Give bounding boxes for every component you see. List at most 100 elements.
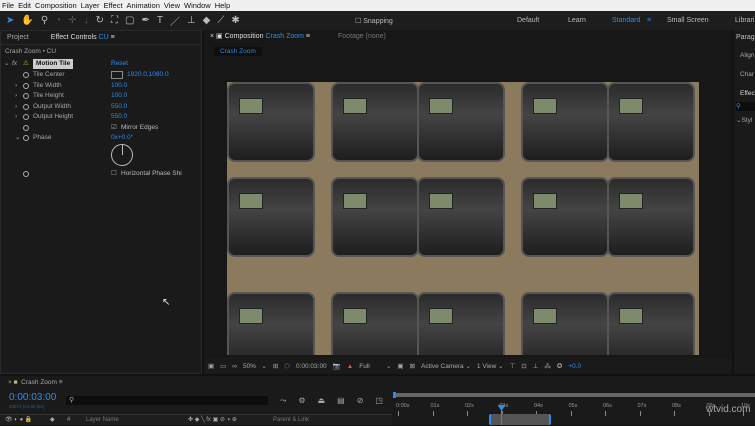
menu-layer[interactable]: Layer (81, 0, 100, 11)
stopwatch-icon[interactable] (23, 171, 29, 177)
panel-character[interactable]: Char (740, 71, 754, 78)
prop-value[interactable]: 100.0 (111, 91, 127, 101)
current-time[interactable]: 0:00:03:00 (296, 363, 327, 370)
expand-icon[interactable]: › (15, 91, 17, 101)
workspace-small-screen[interactable]: Small Screen (667, 17, 709, 24)
expand-icon[interactable]: › (15, 102, 17, 112)
effects-search-icon[interactable]: ⚲ (736, 102, 755, 111)
col-parent-link[interactable]: Parent & Link (273, 415, 309, 426)
expand-icon[interactable]: › (15, 112, 17, 122)
menu-composition[interactable]: Composition (35, 0, 77, 11)
prop-value[interactable]: 550.0 (111, 112, 127, 122)
panel-paragraph[interactable]: Parag (736, 34, 755, 41)
panel-effects[interactable]: Effec (740, 90, 755, 97)
styles-category[interactable]: ⌄Styl (736, 116, 752, 124)
dolly-tool-icon[interactable]: ↓ (84, 15, 89, 26)
rotate-tool-icon[interactable]: ↻ (96, 15, 104, 26)
always-preview-icon[interactable]: ▣ (208, 362, 214, 370)
menu-file[interactable]: File (2, 0, 14, 11)
menu-window[interactable]: Window (184, 0, 211, 11)
draft-3d-icon[interactable]: ⤳ (280, 396, 286, 406)
expand-icon[interactable]: › (15, 81, 17, 91)
region-of-interest-icon[interactable]: ▣ (397, 362, 403, 370)
collapse-icon[interactable]: ⌄ (15, 133, 20, 143)
crosshair-icon[interactable] (111, 71, 123, 79)
effect-name[interactable]: Motion Tile (33, 59, 74, 69)
mask-visibility-icon[interactable]: ⬠ (284, 362, 290, 370)
mirror-edges-checkbox[interactable]: ☑ (111, 123, 117, 133)
graph-link-icon[interactable]: ⊘ (357, 396, 364, 406)
graph-editor-icon[interactable]: ◳ (375, 396, 383, 406)
menu-help[interactable]: Help (215, 0, 230, 11)
resolution-select[interactable]: Full ⌄ (359, 362, 391, 370)
workspace-standard[interactable]: Standard (612, 17, 640, 24)
snapshot-icon[interactable]: 📷 (333, 362, 341, 370)
layer-search-input[interactable]: ⚲ (66, 396, 268, 405)
zoom-select[interactable]: 50% ⌄ (243, 362, 267, 370)
roto-brush-icon[interactable]: ⟋ (217, 15, 224, 26)
workspace-default[interactable]: Default (517, 17, 539, 24)
menu-effect[interactable]: Effect (103, 0, 122, 11)
anchor-tool-icon[interactable]: ⛶ (111, 15, 118, 26)
zoom-tool-icon[interactable]: ⚲ (41, 15, 48, 26)
workspace-learn[interactable]: Learn (568, 17, 586, 24)
exposure-value[interactable]: +0.0 (568, 363, 581, 370)
stopwatch-icon[interactable] (23, 72, 29, 78)
menu-animation[interactable]: Animation (127, 0, 160, 11)
timeline-tab[interactable]: × ■ Crash Zoom ≡ (8, 379, 63, 386)
horizontal-phase-checkbox[interactable]: ☐ (111, 169, 117, 179)
fx-icon[interactable]: fx (12, 59, 17, 69)
pan-tool-icon[interactable]: ✛ (68, 15, 76, 26)
transparency-grid-icon[interactable]: ⊠ (410, 362, 415, 370)
type-tool-icon[interactable]: T (157, 15, 163, 26)
composition-viewer-canvas[interactable] (227, 82, 699, 355)
prop-value[interactable]: 0x+0.0° (111, 133, 133, 143)
frame-blending-icon[interactable]: ⏏ (318, 396, 326, 406)
menu-edit[interactable]: Edit (18, 0, 31, 11)
tab-effect-controls[interactable]: Effect Controls CU ≡ (51, 31, 115, 44)
stopwatch-icon[interactable] (23, 104, 29, 110)
shy-icon[interactable]: ⚙ (298, 396, 305, 406)
flowchart-icon[interactable]: ⁂ (544, 362, 551, 370)
color-channel-icon[interactable]: ▲ (347, 363, 353, 370)
view-layout-select[interactable]: 1 View ⌄ (477, 362, 504, 370)
stopwatch-icon[interactable] (23, 93, 29, 99)
navigator-handle[interactable] (393, 392, 396, 398)
puppet-pin-icon[interactable]: ✱ (231, 15, 239, 26)
reset-link[interactable]: Reset (111, 59, 128, 69)
fast-preview-icon[interactable]: ⊡ (521, 362, 526, 370)
prop-value[interactable]: 550.0 (111, 102, 127, 112)
vr-icon[interactable]: ∞ (232, 363, 237, 370)
hand-tool-icon[interactable]: ✋ (21, 15, 33, 26)
camera-select[interactable]: Active Camera ⌄ (421, 362, 471, 370)
exposure-icon[interactable]: ✪ (557, 362, 562, 370)
motion-blur-icon[interactable]: ▤ (337, 396, 345, 406)
shape-tool-icon[interactable]: ▢ (125, 15, 134, 26)
playhead[interactable] (497, 405, 506, 425)
stopwatch-icon[interactable] (23, 135, 29, 141)
stopwatch-icon[interactable] (23, 114, 29, 120)
collapse-chevron-icon[interactable]: ⌄ (4, 59, 9, 69)
clone-stamp-icon[interactable]: ⊥ (187, 15, 196, 26)
time-navigator[interactable] (393, 392, 755, 398)
workspace-libraries[interactable]: Librari (735, 17, 754, 24)
selection-tool-icon[interactable]: ➤ (6, 15, 14, 26)
comp-subtab[interactable]: Crash Zoom (214, 47, 262, 56)
stopwatch-icon[interactable] (23, 83, 29, 89)
monitor-icon[interactable]: ▭ (220, 362, 226, 370)
col-layer-name[interactable]: Layer Name (86, 415, 119, 426)
timeline-current-time[interactable]: 0:00:03:00 (9, 392, 56, 403)
orbit-tool-icon[interactable]: ◔ (55, 15, 61, 26)
tab-composition[interactable]: × ▣ Composition Crash Zoom ≡ (210, 30, 310, 44)
toggle-pixel-icon[interactable]: ⊤ (510, 362, 516, 370)
menu-view[interactable]: View (164, 0, 180, 11)
workspace-menu-icon[interactable]: ≡ (647, 17, 651, 24)
phase-angle-dial[interactable] (111, 144, 133, 166)
prop-value[interactable]: 100.0 (111, 81, 127, 91)
pen-tool-icon[interactable]: ✒ (141, 15, 149, 26)
eraser-tool-icon[interactable]: ◆ (203, 15, 211, 26)
grid-icon[interactable]: ⊞ (273, 362, 278, 370)
tab-project[interactable]: Project (7, 31, 29, 44)
snapping-checkbox[interactable]: ☐ Snapping (355, 17, 393, 25)
panel-align[interactable]: Align (740, 52, 754, 59)
